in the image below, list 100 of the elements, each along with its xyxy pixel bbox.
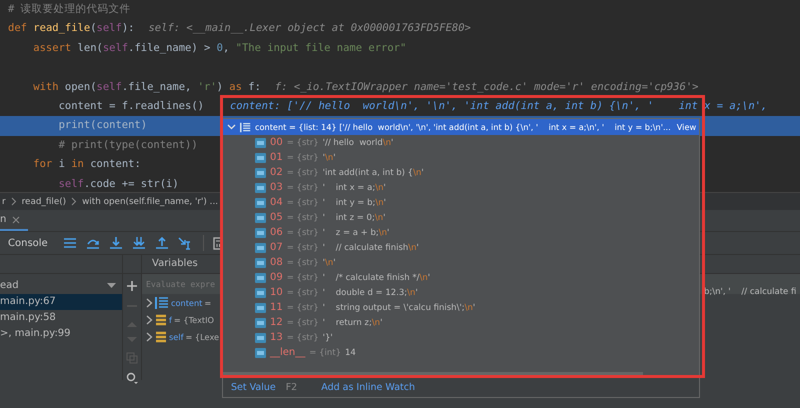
item-value: '\n' [322, 152, 336, 162]
caret-icon [107, 282, 116, 288]
list-icon [240, 122, 251, 132]
item-index: 02 [270, 167, 283, 178]
debug-tab[interactable]: n [0, 210, 28, 231]
selected-tree-row[interactable]: content = {list: 14} ['// hello world\n', '\n', 'int add(int a, int b) {\n', ' int x = a;\n', ' int y = b;\n'... View [223, 119, 699, 135]
item-value: ' z = a + b;\n' [322, 228, 390, 238]
field-icon [255, 258, 266, 268]
add-inline-watch-link[interactable]: Add as Inline Watch [321, 382, 416, 392]
stack-frame[interactable]: main.py:58 [0, 310, 122, 326]
shortcut-text: F2 [286, 382, 298, 392]
breadcrumb-item[interactable]: with open(self.file_name, 'r') ... [82, 196, 218, 206]
item-value: ' int z = 0;\n' [322, 212, 386, 222]
step-into-icon[interactable] [108, 236, 123, 250]
tree-row-text: content = {list: 14} ['// hello world\n', '\n', 'int add(int a, int b) {\n', ' int x = a;\n', ' int y = b;\n'... [255, 122, 671, 132]
item-value: 'int add(int a, int b) {\n' [322, 168, 424, 178]
code-line: # 读取要处理的代码文件 [8, 2, 131, 17]
variable-name: self [169, 332, 184, 342]
item-index: 11 [270, 302, 283, 313]
field-icon [255, 332, 266, 342]
step-out-icon[interactable] [154, 236, 169, 250]
item-value: ' return z;\n' [322, 318, 382, 328]
item-type: = {str} [286, 182, 319, 192]
item-index: 00 [270, 137, 283, 148]
code-line: def read_file(self): [8, 21, 134, 36]
menu-icon[interactable] [62, 237, 77, 249]
item-value: ' int x = a;\n' [322, 182, 386, 192]
console-tab[interactable]: Console [8, 238, 48, 248]
item-index: 06 [270, 227, 283, 238]
item-value: 14 [345, 348, 356, 358]
field-icon [255, 152, 266, 162]
variable-value: = {TextIO [174, 315, 214, 325]
field-icon [255, 228, 266, 238]
close-icon[interactable] [12, 216, 20, 224]
item-index: 13 [270, 332, 283, 343]
item-type: = {str} [286, 228, 319, 238]
item-type: = {str} [286, 212, 319, 222]
variable-name: f [169, 315, 172, 325]
field-icon [255, 168, 266, 178]
stack-frame[interactable]: main.py:67 [0, 294, 122, 310]
field-icon [255, 212, 266, 222]
item-type: = {str} [286, 198, 319, 208]
item-type: = {str} [286, 302, 319, 312]
field-icon [255, 138, 266, 148]
field-icon [255, 198, 266, 208]
list-icon [155, 296, 169, 310]
item-value: ' /* calculate finish */\n' [322, 272, 430, 282]
item-index: 01 [270, 152, 283, 163]
field-icon [255, 318, 266, 328]
code-line: self.code += str(i) [58, 176, 179, 192]
code-line: print(content) [58, 118, 148, 134]
item-type: = {str} [286, 168, 319, 178]
variable-value: = [204, 298, 212, 308]
item-index: 10 [270, 287, 283, 298]
variable-value: b;\n', ' // calculate fi [704, 287, 796, 297]
item-index: __len__ [270, 347, 306, 358]
set-value-link[interactable]: Set Value [231, 382, 276, 392]
inline-value-hint: self: <__main__.Lexer object at 0x000001763FD5FE80> [148, 21, 471, 36]
item-type: = {str} [286, 318, 319, 328]
panel-title: Variables [152, 257, 198, 271]
field-icon [255, 272, 266, 282]
item-value: ' string output = \'calcu finish\';\n' [322, 302, 476, 312]
item-index: 05 [270, 212, 283, 223]
breadcrumb-item[interactable]: read_file() [22, 196, 66, 206]
item-value: ' double d = 12.3;\n' [322, 288, 418, 298]
item-value: ' int y = b;\n' [322, 198, 386, 208]
field-icon [255, 348, 266, 358]
item-value: '}' [322, 332, 333, 342]
stack-frame[interactable]: >, main.py:99 [0, 326, 122, 342]
item-type: = {str} [286, 152, 319, 162]
view-link[interactable]: View [676, 122, 696, 132]
item-type: = {str} [286, 138, 319, 148]
item-type: = {str} [286, 272, 319, 282]
item-type: = {str} [286, 332, 319, 342]
field-icon [255, 182, 266, 192]
item-index: 08 [270, 257, 283, 268]
item-value: ' // calculate finish\n' [322, 242, 419, 252]
variable-value: = {Lexe [185, 332, 220, 342]
field-icon [255, 242, 266, 252]
chevron-icon [71, 197, 78, 206]
item-index: 04 [270, 197, 283, 208]
object-icon [155, 330, 167, 344]
plus-icon[interactable] [126, 280, 138, 292]
item-index: 09 [270, 272, 283, 283]
step-into-icon[interactable] [132, 236, 146, 250]
item-type: = {str} [286, 242, 319, 252]
item-index: 03 [270, 182, 283, 193]
thread-dropdown[interactable]: ead [0, 276, 122, 294]
code-line: with open(self.file_name, 'r') as f: [32, 80, 261, 95]
item-type: = {str} [286, 288, 319, 298]
code-line: assert len(self.file_name) > 0, "The input file name error" [32, 40, 406, 56]
scrollbar[interactable] [223, 372, 643, 375]
field-icon [255, 288, 266, 298]
item-index: 12 [270, 317, 283, 328]
code-line: # print(type(content)) [58, 138, 198, 153]
field-icon [255, 302, 266, 312]
chevron-icon [10, 197, 17, 206]
item-index: 07 [270, 242, 283, 253]
breadcrumb-item[interactable]: r [2, 196, 6, 206]
inline-value-hint: f: <_io.TextIOWrapper name='test_code.c' mode='r' encoding='cp936'> [274, 80, 698, 95]
